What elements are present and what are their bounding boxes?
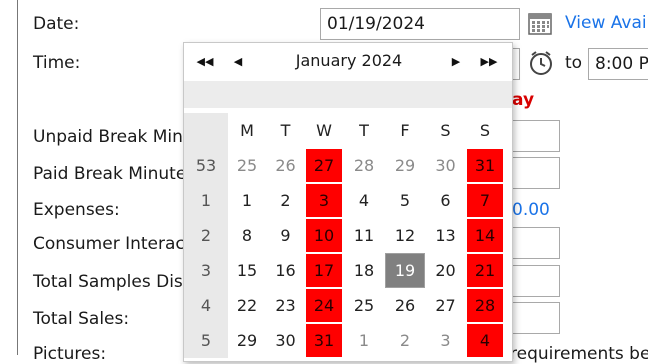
prev-year-button[interactable]: ◀◀: [193, 49, 217, 73]
weekday-header: T: [280, 121, 291, 140]
paid-break-label: Paid Break Minute: [33, 164, 187, 184]
weekday-header: S: [479, 121, 491, 140]
week-number-header: [184, 113, 228, 148]
calendar-day[interactable]: 25: [228, 148, 266, 183]
calendar-day[interactable]: 24: [305, 288, 343, 323]
total-sales-input[interactable]: [505, 302, 560, 334]
calendar-day[interactable]: 1: [343, 323, 385, 358]
double-chevron-left-icon: ◀◀: [196, 54, 214, 68]
calendar-day[interactable]: 29: [385, 148, 425, 183]
date-input[interactable]: 01/19/2024: [320, 8, 520, 40]
calendar-month-title[interactable]: January 2024: [244, 51, 454, 70]
calendar-day[interactable]: 2: [385, 323, 425, 358]
calendar-day[interactable]: 11: [343, 218, 385, 253]
calendar-day[interactable]: 7: [466, 183, 504, 218]
calendar-day[interactable]: 4: [466, 323, 504, 358]
calendar-day[interactable]: 2: [266, 183, 305, 218]
calendar-day[interactable]: 31: [466, 148, 504, 183]
paid-break-input[interactable]: [505, 157, 560, 189]
warning-text: ay: [512, 90, 535, 110]
calendar-day[interactable]: 20: [425, 253, 466, 288]
week-number: 53: [184, 148, 228, 183]
calendar-grid: M T W T F S S 53 25 26 27 28 29 30 31 1 1 2 3 4 5 6 7 2 8 9 10 11 12…: [184, 113, 504, 358]
week-number: 5: [184, 323, 228, 358]
calendar-day[interactable]: 21: [466, 253, 504, 288]
unpaid-break-label: Unpaid Break Min: [33, 127, 183, 147]
calendar-day[interactable]: 31: [305, 323, 343, 358]
calendar-day[interactable]: 23: [266, 288, 305, 323]
calendar-header: ◀◀ ◀ January 2024 ▶ ▶▶: [184, 43, 512, 79]
calendar-day[interactable]: 6: [425, 183, 466, 218]
calendar-day[interactable]: 17: [305, 253, 343, 288]
time-label: Time:: [33, 53, 81, 73]
calendar-day[interactable]: 27: [305, 148, 343, 183]
calendar-day[interactable]: 26: [385, 288, 425, 323]
double-chevron-right-icon: ▶▶: [480, 54, 498, 68]
to-label: to: [565, 53, 583, 73]
calendar-day[interactable]: 8: [228, 218, 266, 253]
date-picker-popup: ◀◀ ◀ January 2024 ▶ ▶▶ M T W T F S S 53 25 26 27 28…: [183, 42, 513, 362]
calendar-band: [184, 81, 512, 108]
calendar-day[interactable]: 16: [266, 253, 305, 288]
calendar-day[interactable]: 29: [228, 323, 266, 358]
calendar-day[interactable]: 1: [228, 183, 266, 218]
calendar-day[interactable]: 26: [266, 148, 305, 183]
calendar-day[interactable]: 14: [466, 218, 504, 253]
total-samples-input[interactable]: [505, 265, 560, 297]
weekday-header: S: [440, 121, 451, 140]
week-number: 2: [184, 218, 228, 253]
calendar-day[interactable]: 13: [425, 218, 466, 253]
clock-icon[interactable]: [528, 50, 554, 80]
form-left-border: [17, 0, 18, 355]
calendar-day[interactable]: 3: [425, 323, 466, 358]
calendar-day[interactable]: 30: [425, 148, 466, 183]
unpaid-break-input[interactable]: [505, 120, 560, 152]
chevron-right-icon: ▶: [451, 54, 461, 68]
calendar-day[interactable]: 4: [343, 183, 385, 218]
weekday-header: W: [316, 121, 332, 140]
requirements-text: requirements bel: [510, 344, 648, 364]
next-year-button[interactable]: ▶▶: [477, 49, 501, 73]
calendar-day[interactable]: 25: [343, 288, 385, 323]
date-label: Date:: [33, 14, 80, 34]
week-number: 4: [184, 288, 228, 323]
consumer-interactions-input[interactable]: [505, 227, 560, 259]
calendar-day[interactable]: 30: [266, 323, 305, 358]
next-month-button[interactable]: ▶: [444, 49, 468, 73]
expenses-label: Expenses:: [33, 200, 120, 220]
calendar-day[interactable]: 28: [466, 288, 504, 323]
expenses-value[interactable]: 0.00: [512, 200, 550, 220]
weekday-header: T: [359, 121, 369, 140]
calendar-day[interactable]: 10: [305, 218, 343, 253]
total-sales-label: Total Sales:: [33, 309, 130, 329]
calendar-day[interactable]: 27: [425, 288, 466, 323]
total-samples-label: Total Samples Dis: [33, 272, 183, 292]
calendar-day[interactable]: 9: [266, 218, 305, 253]
calendar-day[interactable]: 12: [385, 218, 425, 253]
calendar-day[interactable]: 18: [343, 253, 385, 288]
calendar-icon[interactable]: [528, 13, 552, 39]
view-availability-link[interactable]: View Avai: [565, 13, 647, 33]
pictures-label: Pictures:: [33, 344, 107, 364]
chevron-left-icon: ◀: [233, 54, 243, 68]
calendar-day[interactable]: 15: [228, 253, 266, 288]
week-number: 1: [184, 183, 228, 218]
week-number: 3: [184, 253, 228, 288]
end-time-input[interactable]: 8:00 PI: [588, 48, 648, 80]
calendar-day[interactable]: 3: [305, 183, 343, 218]
calendar-day[interactable]: 28: [343, 148, 385, 183]
calendar-day[interactable]: 19: [385, 253, 425, 288]
calendar-day[interactable]: 22: [228, 288, 266, 323]
weekday-header: M: [240, 121, 254, 140]
calendar-day[interactable]: 5: [385, 183, 425, 218]
consumer-interactions-label: Consumer Interac: [33, 234, 185, 254]
weekday-header: F: [400, 121, 410, 140]
